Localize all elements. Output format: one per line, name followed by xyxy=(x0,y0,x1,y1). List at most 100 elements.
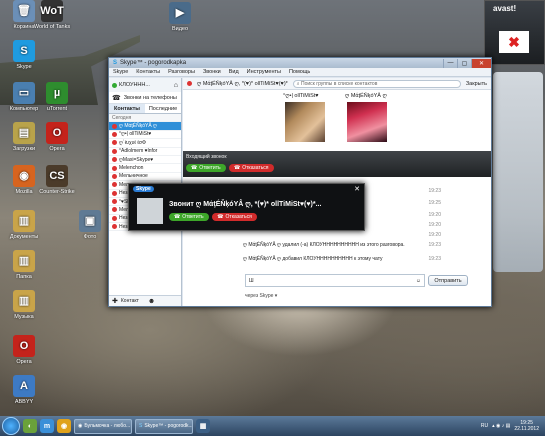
close-button[interactable]: ✕ xyxy=(471,58,491,68)
desktop-icon-label: Музыка xyxy=(14,314,34,320)
popup-answer-button[interactable]: ☎ Ответить xyxy=(169,213,209,221)
contact-name: °Adlolmem ♥lnfor xyxy=(119,148,158,155)
avast-widget[interactable]: avast! ✖ xyxy=(484,0,545,65)
contact-name: Melenchon xyxy=(119,165,144,172)
send-via-dropdown[interactable]: через Skype ▾ xyxy=(245,293,277,299)
status-icon xyxy=(112,215,117,221)
avatar[interactable] xyxy=(285,102,325,142)
add-contact-button[interactable]: Контакт xyxy=(121,298,139,304)
contact-item[interactable]: ღ`ℓυχυℓ ℓσΦ xyxy=(109,139,181,148)
menu-view[interactable]: Вид xyxy=(229,69,239,75)
menu-tools[interactable]: Инструменты xyxy=(247,69,281,75)
popup-decline-button[interactable]: ☎ Отказаться xyxy=(212,213,257,221)
status-icon xyxy=(112,157,117,163)
status-icon xyxy=(112,182,117,188)
answer-label: Ответить xyxy=(199,165,221,171)
start-button[interactable] xyxy=(2,417,20,435)
desktop-icon[interactable]: O Opera xyxy=(35,122,79,152)
desktop-icon[interactable]: S Skype xyxy=(2,40,46,70)
list-section-today: Сегодня xyxy=(109,114,181,123)
desktop-app-icon: WoT xyxy=(40,0,64,22)
decline-button[interactable]: ☎ Отказаться xyxy=(229,164,274,172)
avast-logo: avast! xyxy=(493,4,517,13)
desktop-icon[interactable]: ▥ Документы xyxy=(2,210,46,240)
status-icon xyxy=(112,173,117,179)
group-icon[interactable]: ☻ xyxy=(148,298,155,305)
desktop-icon-label: Документы xyxy=(9,234,39,240)
app-icon[interactable]: ▦ xyxy=(196,419,210,433)
menu-help[interactable]: Помощь xyxy=(289,69,310,75)
contact-item[interactable]: ღMaxi=Skype♥ xyxy=(109,156,181,165)
maximize-button[interactable]: ▢ xyxy=(457,58,471,68)
contact-name: Мельничное xyxy=(119,173,148,180)
hangup-icon: ☎ xyxy=(234,165,241,171)
desktop-gadget xyxy=(493,72,543,272)
skype-icon: S xyxy=(139,423,143,429)
contact-item[interactable]: ღ MάţÉŇķóYÂ ღ xyxy=(109,122,181,131)
tab-recent[interactable]: Последние xyxy=(145,104,181,113)
menu-conversations[interactable]: Разговоры xyxy=(168,69,195,75)
desktop-icon[interactable]: CS Counter-Strike xyxy=(35,165,79,195)
clock-date[interactable]: 22.11.2012 xyxy=(514,426,539,432)
tray-icons[interactable]: ▴ ◉ ♪ ▤ xyxy=(492,423,510,429)
decline-label: Отказаться xyxy=(225,214,252,220)
minimize-button[interactable]: — xyxy=(443,58,457,68)
desktop-icon[interactable]: ▥ Музыка xyxy=(2,290,46,320)
user-status[interactable]: КЛОУННН... ⌂ xyxy=(109,78,181,92)
call-phones-link[interactable]: ☎ Звонки на телефоны xyxy=(109,92,181,104)
close-conversation-button[interactable]: Закрыть xyxy=(466,81,487,87)
desktop-icon-label: Загрузки xyxy=(12,146,36,152)
add-contact-icon[interactable]: ✚ xyxy=(112,297,118,305)
emoji-icon[interactable]: ☺ xyxy=(416,278,424,284)
avatar[interactable] xyxy=(347,102,387,142)
desktop-app-icon: ▥ xyxy=(13,250,35,272)
answer-label: Ответить xyxy=(182,214,204,220)
desktop-icon-video[interactable]: ▶ Видео xyxy=(158,2,202,32)
desktop-icon[interactable]: A ABBYY xyxy=(2,375,46,405)
menu-contacts[interactable]: Контакты xyxy=(136,69,160,75)
status-icon xyxy=(112,190,117,196)
language-indicator[interactable]: RU xyxy=(481,423,488,429)
desktop-icon-label: Opera xyxy=(49,146,65,152)
desktop-icon[interactable]: ▣ Фото xyxy=(68,210,112,240)
close-icon[interactable]: ✕ xyxy=(354,185,360,193)
taskbar-task[interactable]: S Skype™ - pogorodk... xyxy=(135,418,193,434)
messenger-icon[interactable]: m xyxy=(40,419,54,433)
contact-item[interactable]: °ღ•| ollTiMiSt♥ xyxy=(109,131,181,140)
status-icon xyxy=(112,165,117,171)
message-time: 19:23 xyxy=(428,242,441,248)
menu-skype[interactable]: Skype xyxy=(113,69,128,75)
answer-button[interactable]: ☎ Ответить xyxy=(186,164,226,172)
close-icon[interactable]: ✖ xyxy=(499,31,529,53)
contact-item[interactable]: Мельничное xyxy=(109,173,181,182)
contact-name: °ღ•| ollTiMiSt♥ xyxy=(119,131,152,138)
desktop-icon[interactable]: O Opera xyxy=(2,335,46,365)
tab-contacts[interactable]: Контакты xyxy=(109,104,145,113)
contact-name: ღ MάţÉŇķóYÂ ღ xyxy=(119,123,157,130)
sidebar-tabs: Контакты Последние xyxy=(109,104,181,114)
contact-item[interactable]: °Adlolmem ♥lnfor xyxy=(109,148,181,156)
message-input[interactable]: Ш ☺ xyxy=(245,274,425,287)
send-button[interactable]: Отправить xyxy=(428,275,468,286)
incoming-call-bar: Входящий звонок ☎ Ответить ☎ Отказаться xyxy=(183,151,491,177)
desktop-icon-label: Mozilla xyxy=(15,189,33,195)
desktop-icon[interactable]: µ uTorrent xyxy=(35,82,79,112)
desktop-app-icon: ▤ xyxy=(13,122,35,144)
call-phones-label: Звонки на телефоны xyxy=(123,94,177,101)
phone-icon: ☎ xyxy=(174,214,181,220)
desktop-icon[interactable]: WoT World of Tanks xyxy=(30,0,74,30)
status-icon xyxy=(112,123,117,129)
desktop-icon-label: Фото xyxy=(83,234,97,240)
home-icon[interactable]: ⌂ xyxy=(174,82,178,89)
menu-calls[interactable]: Звонки xyxy=(203,69,221,75)
search-input[interactable]: ⌕ Поиск группы в списке контактов xyxy=(292,79,461,88)
browser-icon[interactable]: ◐ xyxy=(23,419,37,433)
participants-area: °ღ•| ollTiMiSt♥ ღ MάţÉŇķóYÂ ღ xyxy=(183,90,491,150)
desktop-icon[interactable]: ▥ Папка xyxy=(2,250,46,280)
taskbar-task[interactable]: ◉ Бульмочка - любо... xyxy=(74,418,132,434)
taskbar: ◐ m ◉ ◉ Бульмочка - любо... S Skype™ - pog… xyxy=(0,416,545,436)
chrome-icon[interactable]: ◉ xyxy=(57,419,71,433)
contact-item[interactable]: Melenchon xyxy=(109,164,181,173)
phone-icon: ☎ xyxy=(112,94,121,102)
desktop-app-icon: O xyxy=(46,122,68,144)
